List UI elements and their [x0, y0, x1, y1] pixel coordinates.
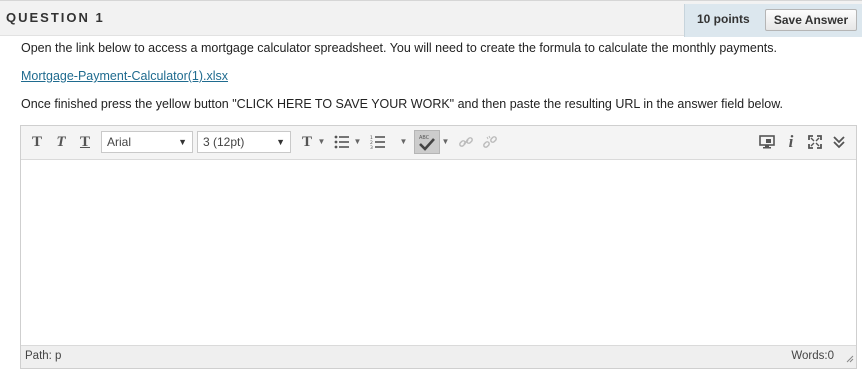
font-family-select[interactable]: Arial ▼	[101, 131, 193, 153]
answer-editor: T T T Arial ▼ 3 (12pt) ▼ T ▼ ▼ 123 ▼ ABC…	[20, 125, 857, 369]
link-icon[interactable]	[455, 131, 477, 153]
editor-statusbar: Path: p Words:0	[21, 345, 856, 368]
info-icon[interactable]: i	[780, 131, 802, 153]
resize-grip-icon[interactable]	[844, 353, 854, 366]
numbered-list-icon[interactable]: 123	[367, 131, 389, 153]
instruction-text-2: Once finished press the yellow button "C…	[21, 97, 784, 111]
preview-icon[interactable]	[756, 131, 778, 153]
word-count: Words:0	[791, 350, 834, 362]
editor-content-area[interactable]	[21, 160, 856, 346]
question-header: QUESTION 1 10 points Save Answer	[0, 0, 862, 37]
path-label: Path: p	[25, 350, 62, 362]
spellcheck-icon[interactable]: ABC	[414, 130, 440, 154]
bold-icon[interactable]: T	[26, 131, 48, 153]
font-family-value: Arial	[107, 135, 132, 149]
spreadsheet-link[interactable]: Mortgage-Payment-Calculator(1).xlsx	[21, 69, 228, 83]
underline-icon[interactable]: T	[74, 131, 96, 153]
text-color-icon[interactable]: T	[296, 131, 318, 153]
chevron-down-icon: ▼	[276, 137, 285, 147]
points-label: 10 points	[697, 12, 750, 26]
font-size-value: 3 (12pt)	[203, 135, 245, 149]
editor-toolbar: T T T Arial ▼ 3 (12pt) ▼ T ▼ ▼ 123 ▼ ABC…	[21, 126, 856, 160]
bullet-list-icon[interactable]	[331, 131, 353, 153]
question-title: QUESTION 1	[6, 10, 105, 25]
spellcheck-badge: ABC	[419, 135, 430, 141]
chevron-down-icon: ▼	[178, 137, 187, 147]
save-answer-button[interactable]: Save Answer	[765, 9, 857, 31]
numbered-list-dropdown[interactable]: ▼	[399, 131, 408, 153]
italic-icon[interactable]: T	[50, 131, 72, 153]
instruction-text: Open the link below to access a mortgage…	[21, 41, 777, 55]
collapse-icon[interactable]	[828, 131, 850, 153]
font-size-select[interactable]: 3 (12pt) ▼	[197, 131, 291, 153]
bullet-list-dropdown[interactable]: ▼	[353, 131, 362, 153]
svg-text:3: 3	[370, 145, 373, 149]
unlink-icon[interactable]	[479, 131, 501, 153]
text-color-dropdown[interactable]: ▼	[317, 131, 326, 153]
points-panel: 10 points Save Answer	[684, 4, 862, 37]
fullscreen-icon[interactable]	[804, 131, 826, 153]
spellcheck-dropdown[interactable]: ▼	[441, 131, 450, 153]
